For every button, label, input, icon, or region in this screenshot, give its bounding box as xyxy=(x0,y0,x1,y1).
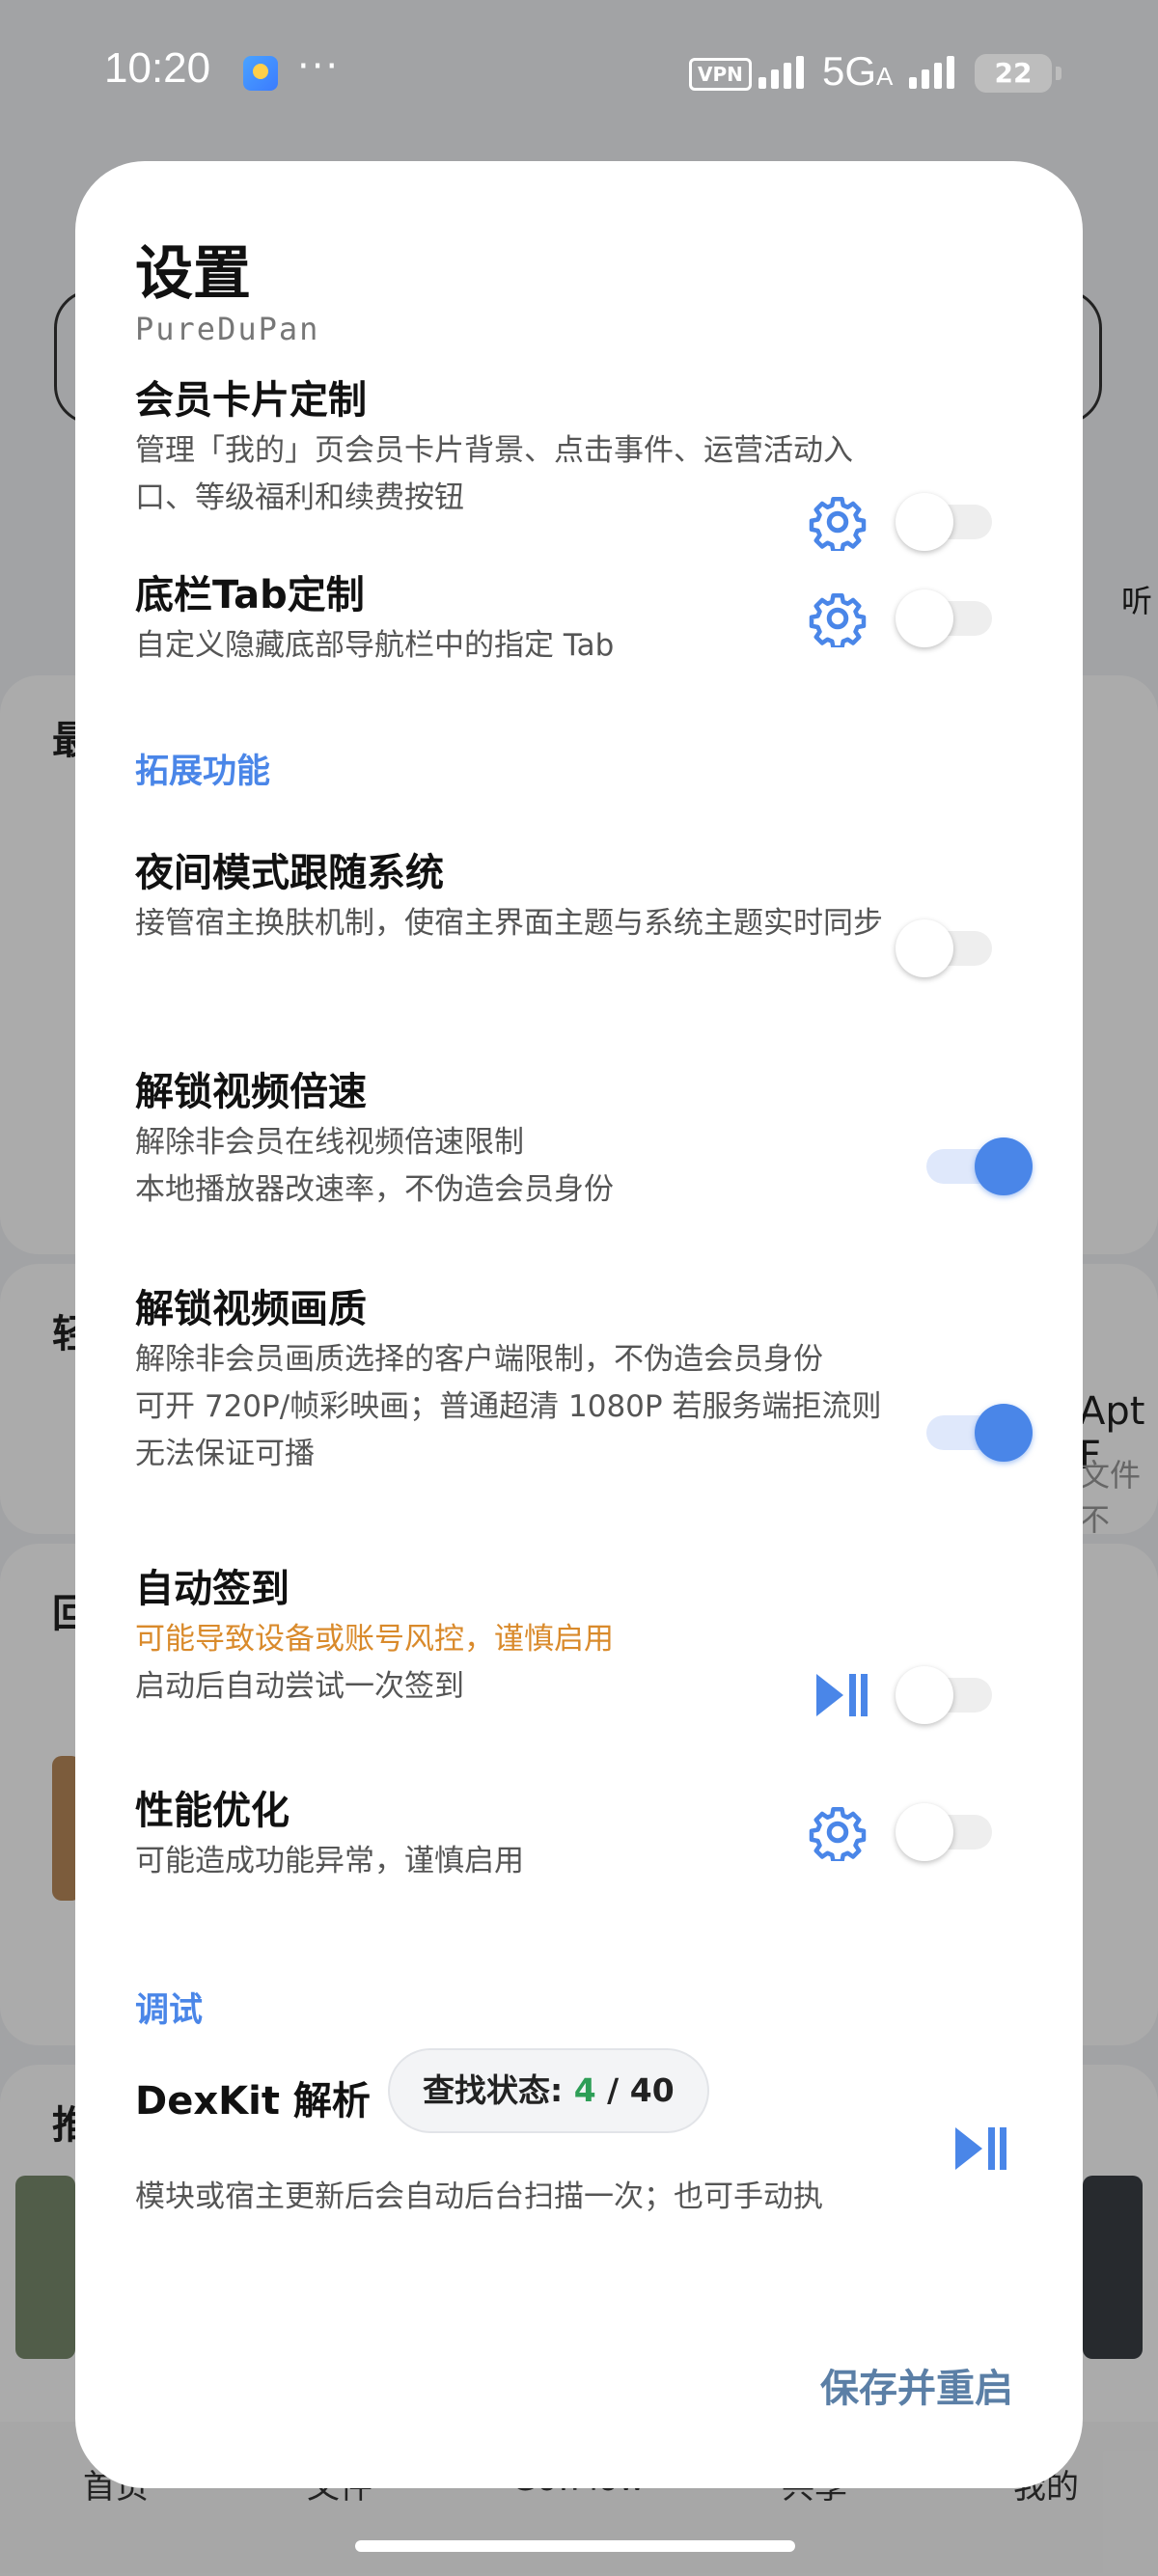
setting-night-mode[interactable]: 夜间模式跟随系统 接管宿主换肤机制，使宿主界面主题与系统主题实时同步 xyxy=(135,846,1023,947)
setting-desc: 管理「我的」页会员卡片背景、点击事件、运营活动入口、等级福利和续费按钮 xyxy=(135,433,853,515)
setting-title: 自动签到 xyxy=(135,1567,290,1611)
more-notifications-icon: ··· xyxy=(297,44,341,89)
setting-desc: 可能造成功能异常，谨慎启用 xyxy=(135,1844,524,1878)
dexkit-desc-row: 模块或宿主更新后会自动后台扫描一次；也可手动执 xyxy=(135,2174,1023,2221)
setting-video-speed[interactable]: 解锁视频倍速 解除非会员在线视频倍速限制 本地播放器改速率，不伪造会员身份 xyxy=(135,1065,1023,1214)
dexkit-total-count: 40 xyxy=(629,2071,675,2109)
video-quality-toggle[interactable] xyxy=(917,1404,1033,1462)
dexkit-status-chip: 查找状态: 4 / 40 xyxy=(388,2048,709,2133)
setting-title: 解锁视频画质 xyxy=(135,1287,367,1331)
status-time: 10:20 xyxy=(104,44,211,92)
gear-icon[interactable] xyxy=(809,493,867,551)
performance-toggle[interactable] xyxy=(896,1803,1002,1861)
setting-title: 会员卡片定制 xyxy=(135,378,367,423)
setting-performance[interactable]: 性能优化 可能造成功能异常，谨慎启用 xyxy=(135,1784,1023,1885)
gear-icon[interactable] xyxy=(809,1803,867,1861)
status-bar: 10:20 ··· VPN 5GA 22 xyxy=(0,0,1158,145)
setting-tab-custom[interactable]: 底栏Tab定制 自定义隐藏底部导航栏中的指定 Tab xyxy=(135,568,1023,670)
gear-icon[interactable] xyxy=(809,589,867,647)
setting-desc: 启动后自动尝试一次签到 xyxy=(135,1669,464,1704)
setting-title: 底栏Tab定制 xyxy=(135,573,365,617)
setting-desc: 解除非会员在线视频倍速限制 xyxy=(135,1125,524,1160)
tab-custom-toggle[interactable] xyxy=(896,589,1002,647)
setting-video-quality[interactable]: 解锁视频画质 解除非会员画质选择的客户端限制，不伪造会员身份 可开 720P/帧… xyxy=(135,1282,1023,1478)
dexkit-title: DexKit 解析 xyxy=(135,2079,371,2124)
signal-icon-2 xyxy=(909,56,954,89)
member-card-toggle[interactable] xyxy=(896,493,1002,551)
dexkit-separator: / xyxy=(607,2071,620,2109)
gallery-app-icon xyxy=(243,56,278,91)
vpn-icon: VPN xyxy=(689,58,752,91)
setting-title: 解锁视频倍速 xyxy=(135,1070,367,1114)
settings-dialog: 设置 PureDuPan 会员卡片定制 管理「我的」页会员卡片背景、点击事件、运… xyxy=(75,161,1083,2488)
setting-desc: 自定义隐藏底部导航栏中的指定 Tab xyxy=(135,628,615,663)
section-header-debug: 调试 xyxy=(135,1991,204,2030)
auto-checkin-toggle[interactable] xyxy=(896,1666,1002,1724)
save-and-restart-button[interactable]: 保存并重启 xyxy=(820,2357,1013,2413)
setting-desc: 模块或宿主更新后会自动后台扫描一次；也可手动执 xyxy=(135,2179,823,2214)
play-pause-icon[interactable] xyxy=(814,1672,868,1718)
section-header-extend: 拓展功能 xyxy=(135,753,271,791)
setting-auto-checkin[interactable]: 自动签到 可能导致设备或账号风控，谨慎启用 启动后自动尝试一次签到 xyxy=(135,1562,1023,1711)
setting-desc: 解除非会员画质选择的客户端限制，不伪造会员身份 xyxy=(135,1342,823,1377)
video-speed-toggle[interactable] xyxy=(917,1137,1033,1195)
dexkit-found-count: 4 xyxy=(573,2071,596,2109)
dexkit-status-label: 查找状态: xyxy=(423,2071,564,2109)
home-indicator[interactable] xyxy=(355,2540,795,2552)
play-pause-icon[interactable] xyxy=(953,2125,1007,2172)
setting-title: 夜间模式跟随系统 xyxy=(135,851,444,895)
signal-icon xyxy=(758,56,804,89)
setting-member-card[interactable]: 会员卡片定制 管理「我的」页会员卡片背景、点击事件、运营活动入口、等级福利和续费… xyxy=(135,373,1023,522)
setting-warning: 可能导致设备或账号风控，谨慎启用 xyxy=(135,1622,614,1657)
dialog-subtitle: PureDuPan xyxy=(135,311,320,347)
setting-desc: 可开 720P/帧彩映画；普通超清 1080P 若服务端拒流则无法保证可播 xyxy=(135,1389,882,1471)
setting-title: 性能优化 xyxy=(135,1789,290,1833)
dialog-title: 设置 xyxy=(135,240,251,308)
settings-list[interactable]: 会员卡片定制 管理「我的」页会员卡片背景、点击事件、运营活动入口、等级福利和续费… xyxy=(75,373,1083,2303)
setting-desc: 本地播放器改速率，不伪造会员身份 xyxy=(135,1172,614,1207)
night-mode-toggle[interactable] xyxy=(896,919,1002,977)
network-type: 5GA xyxy=(822,48,894,94)
battery-icon: 22 xyxy=(975,54,1062,93)
setting-desc: 接管宿主换肤机制，使宿主界面主题与系统主题实时同步 xyxy=(135,906,883,941)
